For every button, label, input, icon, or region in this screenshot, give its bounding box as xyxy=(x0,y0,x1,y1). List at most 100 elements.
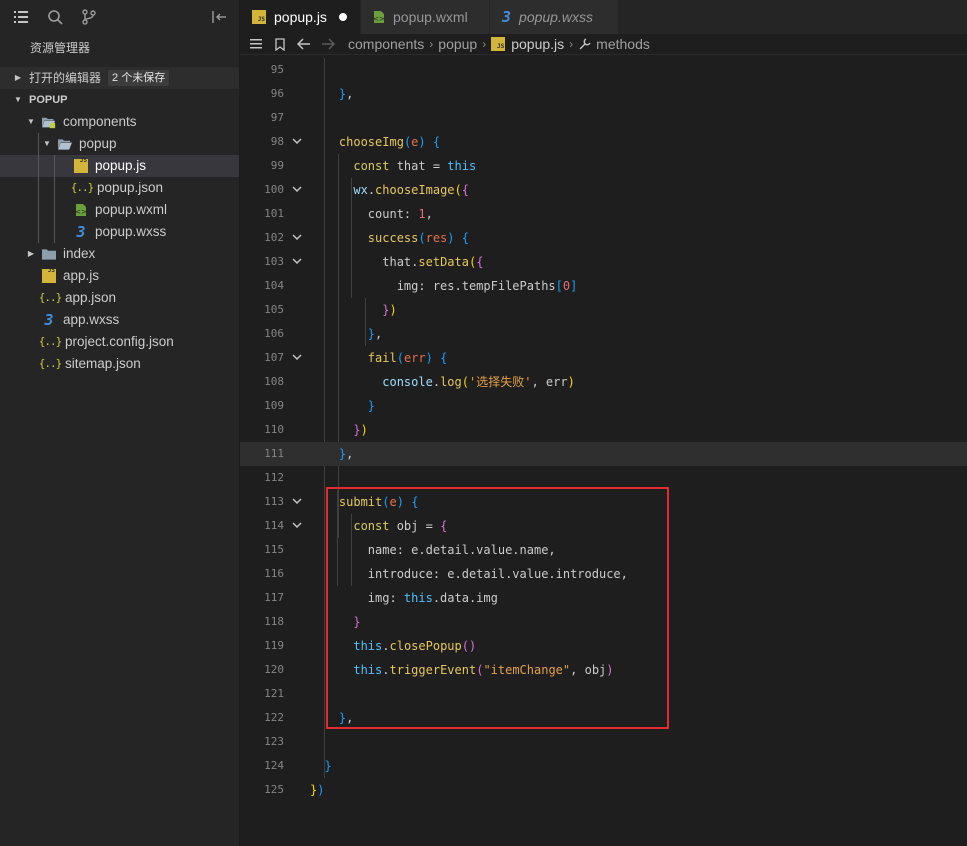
code-line[interactable]: 95 xyxy=(240,58,967,82)
tree-item[interactable]: ▶ index xyxy=(0,243,239,265)
code-token: this xyxy=(353,639,383,653)
fold-chevron-icon[interactable] xyxy=(290,490,304,514)
collapse-panel-icon[interactable] xyxy=(209,7,229,27)
code-line[interactable]: 102 success(res) { xyxy=(240,226,967,250)
chevron-down-icon: ▼ xyxy=(43,139,51,148)
arrow-back-icon[interactable] xyxy=(296,38,312,50)
code-editor[interactable]: 95 96 }, 97 98 chooseImg(e) {99 const that … xyxy=(240,58,967,846)
code-line[interactable]: 110 }) xyxy=(240,418,967,442)
tab-label: popup.js xyxy=(274,9,327,25)
code-line[interactable]: 101 count: 1, xyxy=(240,202,967,226)
code-line[interactable]: 122 }, xyxy=(240,706,967,730)
code-token: ) xyxy=(360,423,368,437)
list-icon[interactable] xyxy=(11,7,31,27)
arrow-forward-icon[interactable] xyxy=(320,38,336,50)
code-line[interactable]: 99 const that = this xyxy=(240,154,967,178)
code-line[interactable]: 121 xyxy=(240,682,967,706)
code-line[interactable]: 113 submit(e) { xyxy=(240,490,967,514)
tree-item[interactable]: 3 popup.wxss xyxy=(0,221,239,243)
code-token: count xyxy=(367,207,404,221)
code-line[interactable]: 115 name: e.detail.value.name, xyxy=(240,538,967,562)
code-line[interactable]: 108 console.log('选择失败', err) xyxy=(240,370,967,394)
source-control-icon[interactable] xyxy=(79,7,99,27)
tree-item[interactable]: ▼ components xyxy=(0,111,239,133)
code-line[interactable]: 123 xyxy=(240,730,967,754)
tree-item[interactable]: <> popup.wxml xyxy=(0,199,239,221)
code-line[interactable]: 116 introduce: e.detail.value.introduce, xyxy=(240,562,967,586)
fold-chevron-icon[interactable] xyxy=(290,250,304,274)
tab-label: popup.wxml xyxy=(393,9,468,25)
code-token: [ xyxy=(555,279,563,293)
code-line[interactable]: 105 }) xyxy=(240,298,967,322)
tree-item[interactable]: JS app.js xyxy=(0,265,239,287)
code-line[interactable]: 117 img: this.data.img xyxy=(240,586,967,610)
code-line[interactable]: 119 this.closePopup() xyxy=(240,634,967,658)
code-line[interactable]: 112 xyxy=(240,466,967,490)
open-editors-section[interactable]: ▶ 打开的编辑器 2 个未保存 xyxy=(0,67,239,89)
tree-item[interactable]: {..} popup.json xyxy=(0,177,239,199)
tree-item[interactable]: {..} app.json xyxy=(0,287,239,309)
code-line[interactable]: 106 }, xyxy=(240,322,967,346)
list-icon[interactable] xyxy=(248,39,264,49)
code-line[interactable]: 96 }, xyxy=(240,82,967,106)
code-line[interactable]: 103 that.setData({ xyxy=(240,250,967,274)
tree-item-label: popup.json xyxy=(97,180,164,195)
code-text: wx.chooseImage({ xyxy=(310,178,469,202)
code-line[interactable]: 98 chooseImg(e) { xyxy=(240,130,967,154)
code-line[interactable]: 111 }, xyxy=(240,442,967,466)
code-line[interactable]: 118 } xyxy=(240,610,967,634)
tree-item[interactable]: 3 app.wxss xyxy=(0,309,239,331)
fold-chevron-icon[interactable] xyxy=(290,178,304,202)
wxss-file-icon: 3 xyxy=(44,311,54,329)
project-section[interactable]: ▼ POPUP xyxy=(0,89,239,111)
code-line[interactable]: 100 wx.chooseImage({ xyxy=(240,178,967,202)
breadcrumb-methods[interactable]: methods xyxy=(596,36,650,52)
unsaved-dot-icon[interactable] xyxy=(338,13,347,21)
code-token: wx xyxy=(353,183,368,197)
tree-item[interactable]: JS popup.js xyxy=(0,155,239,177)
line-number: 124 xyxy=(264,759,284,772)
fold-chevron-icon[interactable] xyxy=(290,514,304,538)
line-number: 112 xyxy=(264,471,284,484)
breadcrumb-components[interactable]: components xyxy=(348,36,424,52)
breadcrumb-file[interactable]: popup.js xyxy=(511,36,564,52)
code-token: . xyxy=(382,639,390,653)
fold-chevron-icon[interactable] xyxy=(290,130,304,154)
search-icon[interactable] xyxy=(45,7,65,27)
json-file-icon: {..} xyxy=(38,291,63,304)
editor-tab[interactable]: JS popup.js xyxy=(240,0,361,34)
code-line[interactable]: 114 const obj = { xyxy=(240,514,967,538)
code-text: this.triggerEvent("itemChange", obj) xyxy=(310,658,613,682)
breadcrumb-popup[interactable]: popup xyxy=(438,36,477,52)
code-token: ) xyxy=(447,231,455,245)
chevron-right-icon: › xyxy=(482,37,487,51)
code-token: const xyxy=(353,159,390,173)
code-line[interactable]: 125}) xyxy=(240,778,967,802)
editor-tab[interactable]: <> popup.wxml xyxy=(361,0,490,34)
folder-icon xyxy=(42,247,56,261)
code-text: }) xyxy=(310,418,368,442)
bookmark-icon[interactable] xyxy=(272,37,288,51)
code-line[interactable]: 109 } xyxy=(240,394,967,418)
code-token: chooseImg xyxy=(338,135,404,149)
fold-chevron-icon[interactable] xyxy=(290,346,304,370)
code-line[interactable]: 107 fail(err) { xyxy=(240,346,967,370)
wrench-icon xyxy=(578,37,591,51)
code-line[interactable]: 120 this.triggerEvent("itemChange", obj) xyxy=(240,658,967,682)
js-file-icon: JS xyxy=(74,157,88,173)
code-line[interactable]: 104 img: res.tempFilePaths[0] xyxy=(240,274,967,298)
code-line[interactable]: 124 } xyxy=(240,754,967,778)
editor-tab[interactable]: 3 popup.wxss xyxy=(490,0,619,34)
tree-item[interactable]: ▼ popup xyxy=(0,133,239,155)
code-token: } xyxy=(367,399,376,413)
tree-item[interactable]: {..} sitemap.json xyxy=(0,353,239,375)
code-line[interactable]: 97 xyxy=(240,106,967,130)
tree-item[interactable]: {..} project.config.json xyxy=(0,331,239,353)
fold-chevron-icon[interactable] xyxy=(290,226,304,250)
